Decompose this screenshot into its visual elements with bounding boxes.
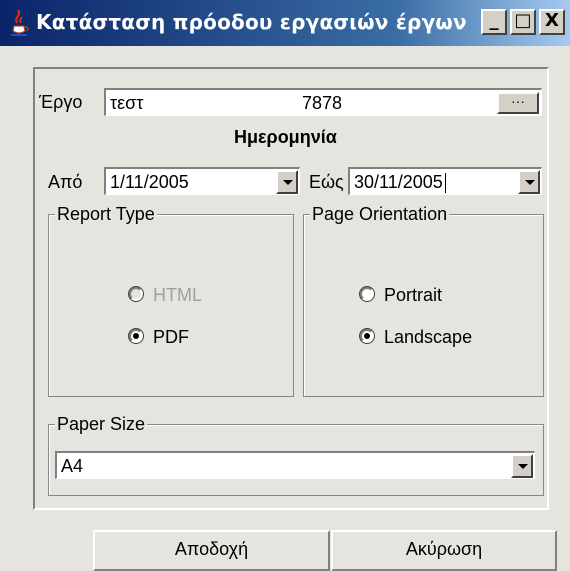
paper-size-group: Paper Size A4 — [48, 413, 544, 496]
paper-size-value: A4 — [61, 456, 84, 476]
report-type-group: Report Type HTML PDF — [48, 203, 294, 397]
window-title: Κατάσταση πρόοδου εργασιών έργων — [36, 10, 467, 34]
accept-button-label: Αποδοχή — [174, 539, 249, 559]
minimize-icon: _ — [489, 10, 499, 31]
radio-portrait-option[interactable]: Portrait — [360, 283, 520, 309]
radio-selected-dot — [364, 333, 370, 339]
radio-pdf[interactable] — [129, 329, 143, 343]
project-label: Έργο — [39, 92, 83, 112]
to-date-combo[interactable]: 30/11/2005 — [348, 167, 542, 195]
project-name: τεστ — [110, 93, 144, 113]
radio-pdf-option[interactable]: PDF — [129, 325, 259, 351]
radio-landscape-option[interactable]: Landscape — [360, 325, 520, 351]
to-label: Εώς — [309, 172, 344, 192]
radio-portrait[interactable] — [360, 287, 374, 301]
radio-html-label: HTML — [153, 285, 202, 305]
radio-html-option: HTML — [129, 283, 259, 309]
to-date-value: 30/11/2005 — [354, 172, 443, 192]
from-date-combo[interactable]: 1/11/2005 — [104, 167, 300, 195]
close-icon: X — [545, 10, 559, 31]
text-caret — [444, 173, 446, 194]
ellipsis-icon: ··· — [511, 93, 525, 109]
maximize-button[interactable]: □ — [510, 9, 536, 35]
radio-selected-dot — [133, 333, 139, 339]
date-heading: Ημερομηνία — [234, 127, 337, 147]
dialog-window: Κατάσταση πρόοδου εργασιών έργων _ □ X Έ… — [0, 0, 570, 571]
minimize-button[interactable]: _ — [481, 9, 507, 35]
radio-landscape-label: Landscape — [384, 327, 473, 347]
from-date-value: 1/11/2005 — [110, 172, 189, 192]
java-cup-icon — [11, 9, 29, 36]
radio-portrait-label: Portrait — [384, 285, 443, 305]
close-button[interactable]: X — [539, 9, 565, 35]
accept-button[interactable]: Αποδοχή — [93, 530, 330, 571]
title-bar[interactable]: Κατάσταση πρόοδου εργασιών έργων _ □ X — [0, 0, 570, 46]
radio-landscape[interactable] — [360, 329, 374, 343]
browse-project-button[interactable]: ··· — [497, 92, 539, 114]
maximize-icon: □ — [514, 10, 532, 31]
paper-size-title: Paper Size — [55, 413, 148, 435]
radio-html — [129, 287, 143, 301]
project-code: 7878 — [302, 93, 343, 113]
cancel-button-label: Ακύρωση — [405, 539, 483, 559]
page-orientation-title: Page Orientation — [310, 203, 450, 225]
cancel-button[interactable]: Ακύρωση — [331, 530, 557, 571]
chevron-down-icon[interactable] — [276, 170, 298, 194]
project-field[interactable]: τεστ 7878 ··· — [104, 88, 542, 116]
chevron-down-icon[interactable] — [511, 454, 533, 478]
from-label: Από — [48, 172, 83, 192]
chevron-down-icon[interactable] — [518, 170, 540, 194]
radio-pdf-label: PDF — [153, 327, 189, 347]
page-orientation-group: Page Orientation Portrait Landscape — [303, 203, 544, 397]
paper-size-combo[interactable]: A4 — [55, 451, 535, 479]
report-type-title: Report Type — [55, 203, 157, 225]
